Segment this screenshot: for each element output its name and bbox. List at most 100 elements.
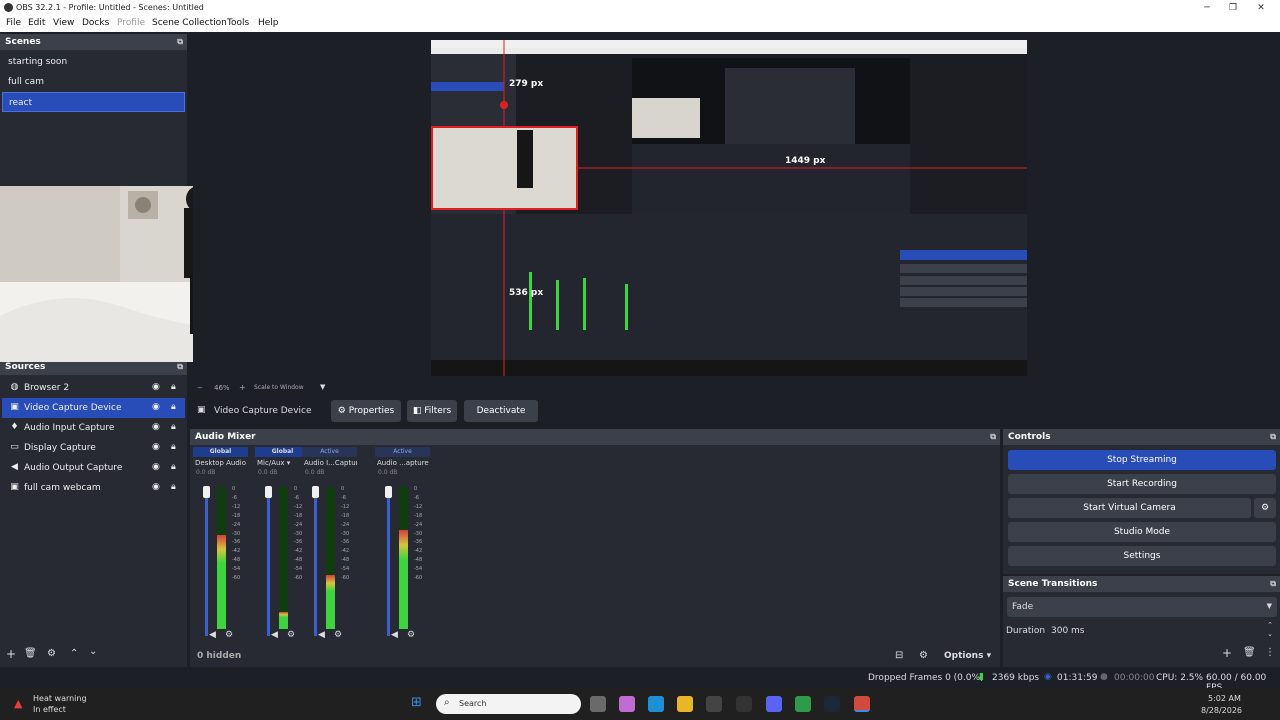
chevron-down-icon[interactable]: ▼ xyxy=(320,383,325,391)
source-item-browser-2[interactable]: ◍ Browser 2 ◉ 🔒︎ xyxy=(2,378,185,398)
duration-field[interactable]: 300 ms ⌃ ⌄ xyxy=(1047,621,1277,641)
stepper-up-icon[interactable]: ⌃ xyxy=(1267,621,1273,629)
layout-icon[interactable]: ⊟ xyxy=(895,650,903,661)
scene-item-full-cam[interactable]: full cam xyxy=(2,72,185,92)
volume-fader-handle[interactable] xyxy=(385,486,392,498)
scale-mode-select[interactable]: Scale to Window xyxy=(254,384,304,391)
maximize-icon[interactable]: ❐ xyxy=(1226,1,1240,15)
scene-item-react[interactable]: react xyxy=(2,92,185,112)
studio-mode-button[interactable]: Studio Mode xyxy=(1008,522,1276,542)
filters-button[interactable]: ◧ Filters xyxy=(407,400,457,422)
gear-icon: ⚙ xyxy=(337,406,349,416)
taskbar-search-box[interactable]: ⌕ Search xyxy=(436,694,581,714)
undock-icon[interactable]: ⧉ xyxy=(177,37,183,47)
meter-scale-tick: 0 xyxy=(294,486,298,492)
undock-icon[interactable]: ⧉ xyxy=(990,432,996,442)
add-transition-icon[interactable]: + xyxy=(1222,646,1232,660)
lock-icon[interactable]: 🔒︎ xyxy=(171,382,176,392)
channel-name[interactable]: Audio I...Capture ▾ xyxy=(302,457,357,469)
undock-icon[interactable]: ⧉ xyxy=(1270,432,1276,442)
properties-button[interactable]: ⚙ Properties xyxy=(331,400,401,422)
source-item-display-capture[interactable]: ▭ Display Capture ◉ 🔒︎ xyxy=(2,438,185,458)
speaker-icon[interactable]: ◀ xyxy=(209,630,216,640)
zoom-out-icon[interactable]: − xyxy=(197,384,203,392)
gear-icon[interactable]: ⚙ xyxy=(47,648,56,659)
menu-scene-collection[interactable]: Scene Collection xyxy=(152,18,227,28)
move-up-icon[interactable]: ⌃ xyxy=(70,648,78,659)
menu-tools[interactable]: Tools xyxy=(227,18,249,28)
menu-file[interactable]: File xyxy=(6,18,21,28)
file-explorer-icon[interactable] xyxy=(677,696,693,712)
source-item-audio-input-capture[interactable]: ♦ Audio Input Capture ◉ 🔒︎ xyxy=(2,418,185,438)
steam-icon[interactable] xyxy=(824,696,840,712)
channel-name[interactable]: Audio ...apture ▾ xyxy=(375,457,430,469)
source-item-video-capture-device[interactable]: ▣ Video Capture Device ◉ 🔒︎ xyxy=(2,398,185,418)
eye-icon[interactable]: ◉ xyxy=(152,402,160,412)
speaker-icon[interactable]: ◀ xyxy=(271,630,278,640)
undock-icon[interactable]: ⧉ xyxy=(1270,579,1276,589)
task-view-icon[interactable] xyxy=(590,696,606,712)
lock-icon[interactable]: 🔒︎ xyxy=(171,402,176,412)
weather-title[interactable]: Heat warning xyxy=(33,694,87,703)
channel-gear-icon[interactable]: ⚙ xyxy=(225,630,233,640)
settings-button[interactable]: Settings xyxy=(1008,546,1276,566)
channel-name[interactable]: Desktop Audio ▾ xyxy=(193,457,248,469)
speaker-icon[interactable]: ◀ xyxy=(391,630,398,640)
volume-fader-handle[interactable] xyxy=(312,486,319,498)
transition-select[interactable]: Fade ▼ xyxy=(1007,597,1277,617)
chrome-icon[interactable] xyxy=(795,696,811,712)
trash-icon[interactable]: 🗑︎ xyxy=(24,648,37,659)
store-icon[interactable] xyxy=(706,696,722,712)
channel-gear-icon[interactable]: ⚙ xyxy=(334,630,342,640)
edge-icon[interactable] xyxy=(648,696,664,712)
volume-fader[interactable] xyxy=(387,490,390,636)
volume-fader[interactable] xyxy=(205,490,208,636)
volume-fader[interactable] xyxy=(314,490,317,636)
trash-icon[interactable]: 🗑︎ xyxy=(1243,647,1256,658)
lock-icon[interactable]: 🔒︎ xyxy=(171,442,176,452)
minimize-icon[interactable]: ─ xyxy=(1200,1,1214,15)
preview-area[interactable]: 279 px 1449 px 536 px − 46% + Scale to W… xyxy=(193,34,1280,392)
chrome-active-icon[interactable] xyxy=(854,696,870,712)
menu-profile[interactable]: Profile xyxy=(117,18,145,28)
lock-icon[interactable]: 🔒︎ xyxy=(171,462,176,472)
menu-view[interactable]: View xyxy=(53,18,74,28)
lock-icon[interactable]: 🔒︎ xyxy=(171,482,176,492)
source-item-full-cam-webcam[interactable]: ▣ full cam webcam ◉ 🔒︎ xyxy=(2,478,185,498)
discord-icon[interactable] xyxy=(766,696,782,712)
stop-streaming-button[interactable]: Stop Streaming xyxy=(1008,450,1276,470)
mixer-options-button[interactable]: Options ▾ xyxy=(944,651,991,661)
advanced-audio-icon[interactable]: ⚙ xyxy=(919,650,928,661)
windows-start-icon[interactable]: ⊞ xyxy=(411,695,422,710)
menu-edit[interactable]: Edit xyxy=(28,18,45,28)
volume-fader[interactable] xyxy=(267,490,270,636)
move-down-icon[interactable]: ⌄ xyxy=(89,646,97,657)
copilot-icon[interactable] xyxy=(619,696,635,712)
eye-icon[interactable]: ◉ xyxy=(152,382,160,392)
more-options-icon[interactable]: ⋮ xyxy=(1265,647,1275,658)
speaker-icon[interactable]: ◀ xyxy=(318,630,325,640)
source-item-audio-output-capture[interactable]: ◀ Audio Output Capture ◉ 🔒︎ xyxy=(2,458,185,478)
eye-icon[interactable]: ◉ xyxy=(152,462,160,472)
menu-docks[interactable]: Docks xyxy=(82,18,109,28)
zoom-in-icon[interactable]: + xyxy=(239,383,246,392)
obs-taskbar-icon[interactable] xyxy=(736,696,752,712)
deactivate-button[interactable]: Deactivate xyxy=(464,400,538,422)
volume-fader-handle[interactable] xyxy=(203,486,210,498)
channel-gear-icon[interactable]: ⚙ xyxy=(407,630,415,640)
undock-icon[interactable]: ⧉ xyxy=(177,362,183,372)
start-virtual-camera-button[interactable]: Start Virtual Camera xyxy=(1008,498,1251,518)
eye-icon[interactable]: ◉ xyxy=(152,422,160,432)
menu-help[interactable]: Help xyxy=(258,18,279,28)
close-icon[interactable]: ✕ xyxy=(1254,1,1268,15)
add-icon[interactable]: + xyxy=(6,647,16,661)
eye-icon[interactable]: ◉ xyxy=(152,482,160,492)
virtual-camera-settings-icon[interactable]: ⚙ xyxy=(1254,498,1276,518)
eye-icon[interactable]: ◉ xyxy=(152,442,160,452)
volume-fader-handle[interactable] xyxy=(265,486,272,498)
lock-icon[interactable]: 🔒︎ xyxy=(171,422,176,432)
start-recording-button[interactable]: Start Recording xyxy=(1008,474,1276,494)
channel-gear-icon[interactable]: ⚙ xyxy=(287,630,295,640)
stepper-down-icon[interactable]: ⌄ xyxy=(1267,630,1273,638)
scene-item-starting-soon[interactable]: starting soon xyxy=(2,52,185,72)
